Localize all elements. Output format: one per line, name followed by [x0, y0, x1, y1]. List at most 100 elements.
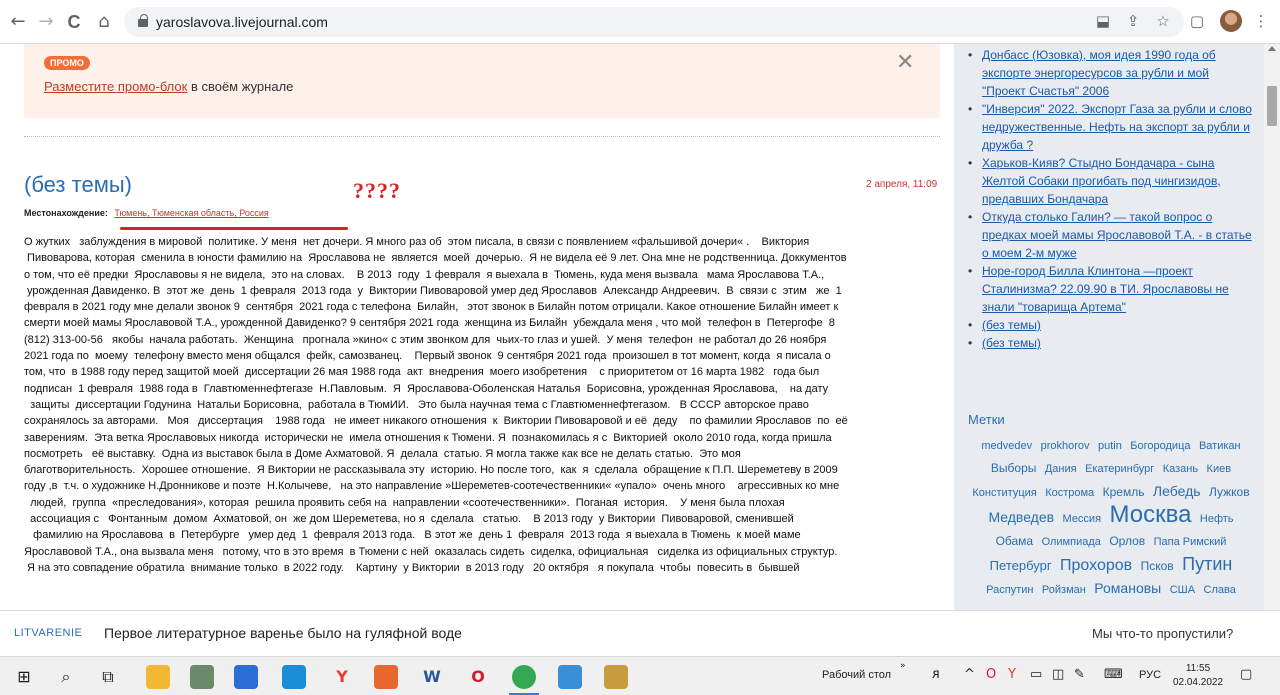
tag-link[interactable]: Путин: [1182, 554, 1232, 574]
tag-link[interactable]: Богородица: [1130, 440, 1190, 452]
sidebar-post-title[interactable]: "Инверсия" 2022. Экспорт Газа за рубли и…: [982, 102, 1252, 152]
task-view-icon[interactable]: ⧉: [96, 665, 120, 689]
sidebar-post-link[interactable]: Донбасс (Юзовка), моя идея 1990 года об …: [966, 46, 1252, 100]
reload-button[interactable]: C: [62, 10, 86, 34]
tag-link[interactable]: Мессия: [1063, 513, 1102, 525]
address-bar[interactable]: yaroslavova.livejournal.com: [124, 7, 1184, 37]
tag-link[interactable]: putin: [1098, 440, 1122, 452]
forward-button[interactable]: →: [34, 10, 58, 34]
tag-link[interactable]: Медведев: [988, 509, 1054, 525]
url-text[interactable]: yaroslavova.livejournal.com: [156, 14, 328, 30]
scrollbar[interactable]: [1264, 44, 1280, 610]
tag-link[interactable]: Выборы: [991, 461, 1036, 475]
sidebar-post-title[interactable]: Харьков-Кияв? Стыдно Бондачара - сына Же…: [982, 156, 1221, 206]
tag-link[interactable]: Лужков: [1209, 485, 1250, 499]
start-icon[interactable]: ⊞: [12, 665, 36, 689]
paint-icon[interactable]: [604, 665, 628, 689]
lock-icon[interactable]: [138, 14, 148, 27]
network-icon[interactable]: ◫: [1052, 667, 1064, 682]
install-icon[interactable]: ⬓: [1092, 10, 1114, 32]
pen-icon[interactable]: ✎: [1074, 667, 1085, 682]
sidebar-post-title[interactable]: Норе-город Билла Клинтона —проект Сталин…: [982, 264, 1229, 314]
tag-link[interactable]: Киев: [1207, 463, 1232, 475]
yandex-tray-icon[interactable]: Y: [1008, 667, 1016, 682]
tray-expand-icon[interactable]: »: [900, 661, 906, 671]
tag-link[interactable]: Петербург: [990, 558, 1052, 573]
banner-source[interactable]: LITVARENIE: [14, 627, 82, 639]
tag-link[interactable]: Дания: [1045, 463, 1077, 475]
people-icon[interactable]: ᴙ: [932, 667, 940, 682]
menu-icon[interactable]: ⋮: [1250, 10, 1272, 32]
tag-link[interactable]: prokhorov: [1041, 440, 1090, 452]
tag-link[interactable]: Ройзман: [1042, 584, 1086, 596]
tag-link[interactable]: Обама: [996, 534, 1034, 548]
tag-link[interactable]: Лебедь: [1153, 483, 1201, 499]
sidebar-post-link[interactable]: Норе-город Билла Клинтона —проект Сталин…: [966, 262, 1252, 316]
photos-icon[interactable]: [558, 665, 582, 689]
tag-link[interactable]: Папа Римский: [1154, 536, 1227, 548]
tag-link[interactable]: Романовы: [1094, 580, 1161, 596]
profile-avatar[interactable]: [1220, 10, 1242, 32]
chevron-up-icon[interactable]: ^: [964, 667, 975, 682]
search-icon[interactable]: ⌕: [54, 665, 78, 689]
desktop-label[interactable]: Рабочий стол: [822, 669, 891, 681]
tag-link[interactable]: medvedev: [981, 440, 1032, 452]
sidebar-post-title[interactable]: Откуда столько Галин? — такой вопрос о п…: [982, 210, 1252, 260]
word-icon[interactable]: W: [420, 665, 444, 689]
share-icon[interactable]: ⇪: [1122, 10, 1144, 32]
tag-link[interactable]: Екатеринбург: [1085, 463, 1154, 475]
edge-icon[interactable]: [282, 665, 306, 689]
battery-icon[interactable]: ▭: [1030, 667, 1042, 682]
sidebar-post-title[interactable]: Донбасс (Юзовка), моя идея 1990 года об …: [982, 48, 1216, 98]
notifications-icon[interactable]: ▢: [1240, 667, 1252, 682]
post-body-line: О жутких заблуждения в мировой политике.…: [24, 236, 810, 248]
yandex-browser-icon[interactable]: Y: [330, 665, 354, 689]
video-app-icon[interactable]: [374, 665, 398, 689]
tag-link[interactable]: Кострома: [1045, 487, 1094, 499]
opera-icon[interactable]: O: [466, 665, 490, 689]
star-icon[interactable]: ☆: [1152, 10, 1174, 32]
sidebar-post-link[interactable]: (без темы): [966, 316, 1252, 334]
tag-link[interactable]: Казань: [1163, 463, 1198, 475]
sidebar-post-link[interactable]: Откуда столько Галин? — такой вопрос о п…: [966, 208, 1252, 262]
keyboard-icon[interactable]: ⌨: [1104, 667, 1123, 682]
banner-headline[interactable]: Первое литературное варенье было на гуля…: [104, 625, 462, 641]
back-button[interactable]: ←: [6, 10, 30, 34]
tag-link[interactable]: США: [1170, 584, 1195, 596]
clock[interactable]: 11:55 02.04.2022: [1172, 662, 1224, 690]
mail-icon[interactable]: [234, 665, 258, 689]
file-explorer-icon[interactable]: [146, 665, 170, 689]
sidebar-post-link[interactable]: Харьков-Кияв? Стыдно Бондачара - сына Же…: [966, 154, 1252, 208]
location-label: Местонахождение:: [24, 208, 108, 218]
sidebar-post-link[interactable]: "Инверсия" 2022. Экспорт Газа за рубли и…: [966, 100, 1252, 154]
close-icon[interactable]: ✕: [896, 50, 914, 75]
post-title[interactable]: (без темы): [24, 172, 132, 198]
tag-link[interactable]: Прохоров: [1060, 557, 1132, 574]
tag-link[interactable]: Орлов: [1109, 534, 1145, 548]
scroll-thumb[interactable]: [1267, 86, 1277, 126]
banner-feedback-link[interactable]: Мы что-то пропустили?: [1092, 626, 1233, 641]
sidepanel-icon[interactable]: ▢: [1186, 10, 1208, 32]
sidebar: Донбасс (Юзовка), моя идея 1990 года об …: [954, 44, 1264, 610]
promo-link[interactable]: Разместите промо-блок: [44, 79, 187, 94]
opera-tray-icon[interactable]: O: [986, 667, 996, 682]
sidebar-post-title[interactable]: (без темы): [982, 318, 1041, 332]
language-indicator[interactable]: РУС: [1139, 669, 1161, 681]
chrome-icon[interactable]: [512, 665, 536, 689]
home-button[interactable]: ⌂: [92, 10, 116, 34]
tag-link[interactable]: Олимпиада: [1042, 536, 1101, 548]
sidebar-post-title[interactable]: (без темы): [982, 336, 1041, 350]
tag-link[interactable]: Конституция: [972, 487, 1036, 499]
tag-link[interactable]: Нефть: [1200, 513, 1234, 525]
tag-link[interactable]: Кремль: [1103, 485, 1145, 499]
sidebar-post-link[interactable]: (без темы): [966, 334, 1252, 352]
tag-link[interactable]: Москва: [1110, 501, 1192, 528]
tag-link[interactable]: Псков: [1141, 559, 1174, 573]
tag-link[interactable]: Ватикан: [1199, 440, 1241, 452]
tag-link[interactable]: Слава: [1204, 584, 1236, 596]
tag-link[interactable]: Распутин: [986, 584, 1033, 596]
media-player-icon[interactable]: [190, 665, 214, 689]
location-link[interactable]: Тюмень, Тюменская область, Россия: [114, 208, 268, 218]
scroll-up-icon[interactable]: [1268, 46, 1276, 51]
post-date[interactable]: 2 апреля, 11:09: [866, 179, 937, 190]
